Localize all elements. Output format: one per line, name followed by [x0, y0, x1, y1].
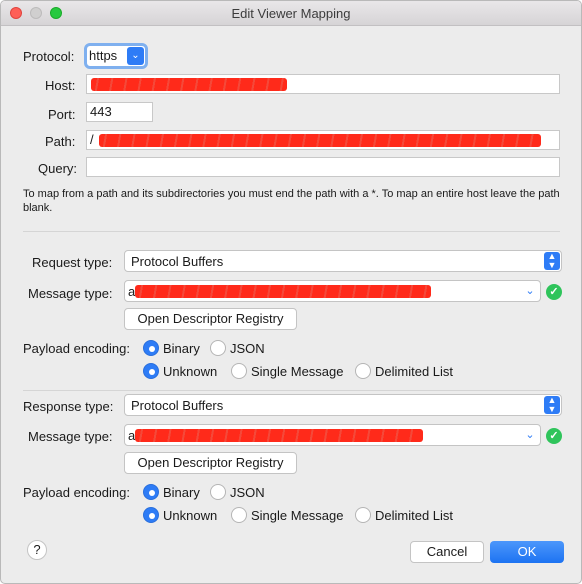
help-button[interactable]: ? — [27, 540, 47, 560]
path-hint-text: To map from a path and its subdirectorie… — [23, 188, 560, 214]
chevron-down-icon: ⌄ — [525, 285, 535, 297]
host-input[interactable] — [86, 74, 560, 94]
path-input[interactable]: / — [86, 130, 560, 150]
request-radio-json[interactable] — [210, 340, 226, 356]
redaction-mark — [135, 429, 423, 442]
response-type-label: Response type: — [23, 399, 114, 414]
request-payload-encoding-label: Payload encoding: — [23, 341, 130, 356]
request-radio-binary[interactable] — [143, 340, 159, 356]
redaction-mark — [99, 134, 541, 147]
redaction-mark — [135, 285, 431, 298]
request-radio-delimited-list[interactable] — [355, 363, 371, 379]
port-input[interactable]: 443 — [86, 102, 153, 122]
response-radio-json-label: JSON — [230, 485, 265, 500]
query-input[interactable] — [86, 157, 560, 177]
request-radio-delimited-list-label: Delimited List — [375, 364, 454, 379]
path-prefix: / — [90, 132, 94, 147]
response-radio-single-message[interactable] — [231, 507, 247, 523]
response-radio-single-message-label: Single Message — [251, 508, 344, 523]
protocol-value: https — [89, 48, 118, 63]
checkmark-icon: ✓ — [546, 428, 562, 444]
response-open-descriptor-registry-button[interactable]: Open Descriptor Registry — [124, 452, 297, 474]
path-label: Path: — [45, 134, 76, 149]
request-type-label: Request type: — [32, 255, 113, 270]
response-radio-delimited-list-label: Delimited List — [375, 508, 454, 523]
protocol-select[interactable]: https ⌄ — [84, 43, 148, 69]
ok-button[interactable]: OK — [490, 541, 564, 563]
response-radio-delimited-list[interactable] — [355, 507, 371, 523]
request-message-type-label: Message type: — [28, 286, 113, 301]
query-label: Query: — [38, 161, 78, 176]
response-payload-encoding-label: Payload encoding: — [23, 485, 130, 500]
request-radio-single-message[interactable] — [231, 363, 247, 379]
updown-chevron-icon: ▲ ▼ — [544, 396, 560, 414]
response-radio-json[interactable] — [210, 484, 226, 500]
window-title: Edit Viewer Mapping — [231, 6, 351, 21]
updown-chevron-icon: ▲ ▼ — [544, 252, 560, 270]
request-type-select[interactable]: Protocol Buffers ▲ ▼ — [124, 250, 562, 272]
response-type-value: Protocol Buffers — [131, 398, 224, 413]
dialog-window: Edit Viewer Mapping Protocol: https ⌄ Ho… — [0, 0, 582, 584]
response-radio-binary[interactable] — [143, 484, 159, 500]
request-message-type-combo[interactable]: a ⌄ — [124, 280, 541, 302]
request-radio-binary-label: Binary — [163, 341, 200, 356]
response-radio-unknown[interactable] — [143, 507, 159, 523]
protocol-label: Protocol: — [23, 49, 75, 64]
port-label: Port: — [48, 107, 76, 122]
request-radio-single-message-label: Single Message — [251, 364, 344, 379]
chevron-down-icon: ⌄ — [127, 47, 144, 65]
request-open-descriptor-registry-button[interactable]: Open Descriptor Registry — [124, 308, 297, 330]
title-bar: Edit Viewer Mapping — [1, 1, 581, 26]
response-message-type-combo[interactable]: a ⌄ — [124, 424, 541, 446]
response-radio-unknown-label: Unknown — [163, 508, 218, 523]
divider — [23, 231, 560, 232]
response-radio-binary-label: Binary — [163, 485, 200, 500]
request-radio-unknown[interactable] — [143, 363, 159, 379]
checkmark-icon: ✓ — [546, 284, 562, 300]
divider — [23, 390, 560, 391]
request-radio-unknown-label: Unknown — [163, 364, 218, 379]
cancel-button[interactable]: Cancel — [410, 541, 484, 563]
host-label: Host: — [45, 78, 76, 93]
redaction-mark — [91, 78, 287, 91]
request-radio-json-label: JSON — [230, 341, 265, 356]
response-message-type-label: Message type: — [28, 429, 113, 444]
chevron-down-icon: ⌄ — [525, 429, 535, 441]
response-type-select[interactable]: Protocol Buffers ▲ ▼ — [124, 394, 562, 416]
request-type-value: Protocol Buffers — [131, 254, 224, 269]
